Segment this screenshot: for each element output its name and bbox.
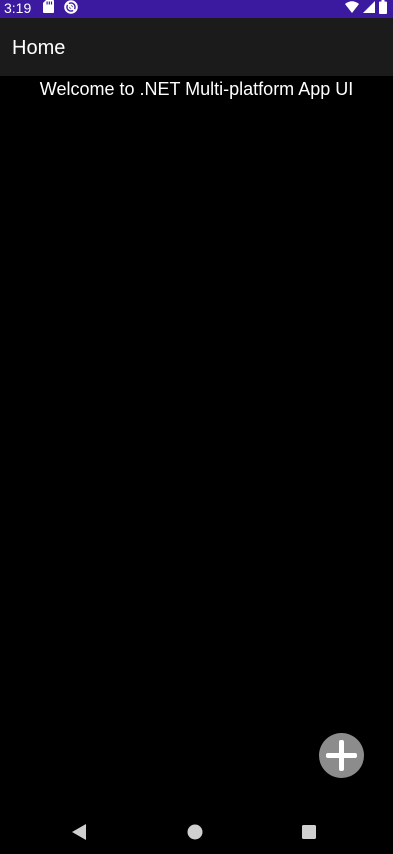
- nav-back-button[interactable]: [69, 822, 89, 842]
- add-button[interactable]: [319, 733, 364, 778]
- status-time: 3:19: [4, 0, 32, 16]
- signal-icon: [363, 0, 375, 16]
- nav-recents-button[interactable]: [299, 822, 319, 842]
- nav-home-button[interactable]: [185, 822, 205, 842]
- back-icon: [72, 824, 86, 840]
- system-navigation-bar: [0, 808, 393, 854]
- recents-icon: [302, 825, 316, 839]
- home-icon: [187, 824, 203, 840]
- status-bar: 3:19: [0, 0, 393, 18]
- page-title: Home: [12, 37, 66, 59]
- battery-icon: [379, 0, 387, 17]
- app-bar: Home: [0, 18, 393, 76]
- wifi-icon: [345, 0, 359, 16]
- status-system-icons: [345, 0, 387, 17]
- sd-card-icon: [43, 0, 54, 16]
- plus-icon: [326, 740, 357, 771]
- welcome-label: Welcome to .NET Multi-platform App UI: [39, 79, 354, 99]
- do-not-disturb-icon: [64, 0, 78, 17]
- app-screen: 3:19 Home Welcome to .NET Multi-platform…: [0, 0, 393, 854]
- status-notification-icons: [43, 0, 78, 17]
